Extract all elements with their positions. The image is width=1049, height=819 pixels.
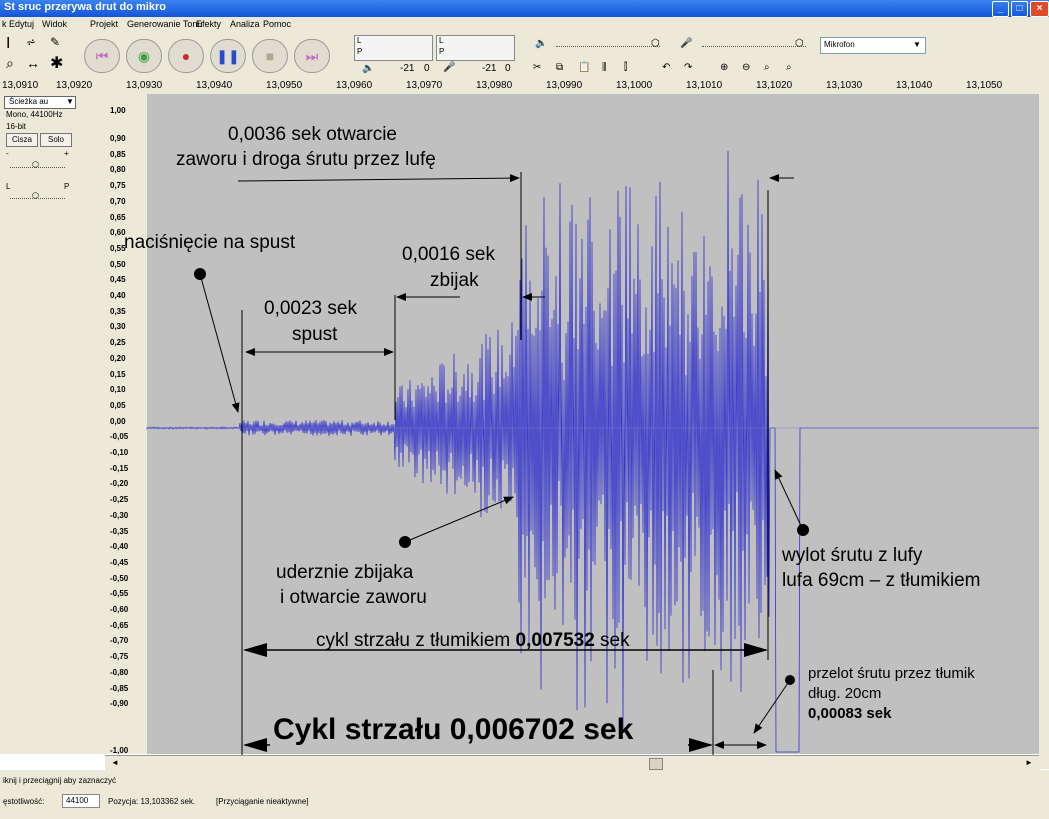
barrel-length-label: lufa 69cm – z tłumikiem	[782, 570, 981, 591]
valve-open-label: i otwarcie zaworu	[280, 587, 427, 608]
project-rate-field[interactable]: 44100	[62, 794, 100, 808]
hammer-pointer	[404, 496, 514, 543]
rate-value: 44100	[66, 796, 89, 805]
valve-time-label: 0,0036 sek otwarcie	[228, 124, 397, 145]
scroll-thumb[interactable]	[649, 758, 663, 770]
hammer-desc-label: zbijak	[430, 270, 479, 291]
valve-desc-label: zaworu i droga śrutu przez lufę	[176, 149, 436, 170]
audacity-window: St sruc przerywa drut do mikro _ □ × k E…	[0, 0, 1049, 819]
silencer-pointer	[753, 679, 791, 734]
status-bar: iknij i przeciągnij aby zaznaczyć ęstotl…	[0, 770, 1049, 819]
silencer-pass-label: przelot śrutu przez tłumik	[808, 665, 975, 682]
silencer-dot	[785, 675, 795, 685]
pellet-exit-label: wylot śrutu z lufy	[782, 545, 923, 566]
hammer-strike-label: uderznie zbijaka	[276, 562, 414, 583]
snap-status: [Przyciąganie nieaktywne]	[216, 797, 309, 806]
cycle-time-label: Cykl strzału 0,006702 sek	[273, 713, 634, 746]
cycle-silencer-label: cykl strzału z tłumikiem 0,007532 sek	[316, 630, 630, 652]
trigger-dot	[194, 268, 206, 280]
scroll-left-icon[interactable]: ◄	[111, 758, 119, 767]
rate-label: ęstotliwość:	[3, 797, 45, 806]
cycle-silencer-suffix: sek	[594, 630, 630, 651]
exit-pointer	[774, 469, 804, 531]
valve-duration-arrow	[237, 174, 520, 183]
trigger-time-label: 0,0023 sek	[264, 298, 357, 319]
trigger-pointer	[199, 273, 240, 413]
cursor-position: Pozycja: 13,103362 sek.	[108, 797, 196, 806]
waveform-annotations	[146, 150, 1039, 755]
scroll-right-icon[interactable]: ►	[1025, 758, 1033, 767]
cycle-silencer-prefix: cykl strzału z tłumikiem	[316, 630, 516, 651]
trigger-desc-label: spust	[292, 324, 338, 345]
status-hint: iknij i przeciągnij aby zaznaczyć	[3, 776, 116, 785]
hammer-dot	[399, 536, 411, 548]
silencer-length-label: dług. 20cm	[808, 685, 882, 702]
trigger-press-label: naciśnięcie na spust	[124, 232, 296, 253]
horizontal-scrollbar[interactable]: ◄ ►	[105, 755, 1039, 770]
vertical-scrollbar[interactable]	[1039, 94, 1049, 769]
hammer-time-label: 0,0016 sek	[402, 244, 495, 265]
cycle-silencer-value: 0,007532	[515, 630, 595, 651]
silencer-time-label: 0,00083 sek	[808, 705, 892, 722]
exit-dot	[797, 524, 809, 536]
